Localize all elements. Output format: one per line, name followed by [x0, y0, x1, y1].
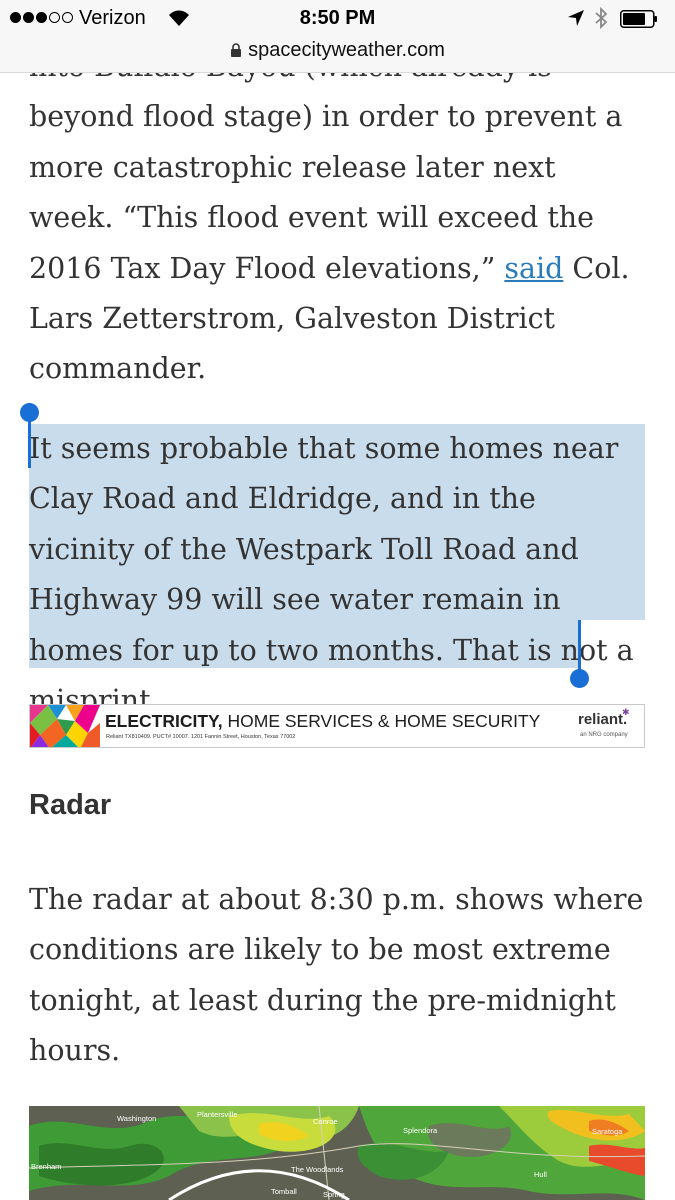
- sparkle-icon: ✱: [622, 708, 630, 718]
- battery-icon: [620, 10, 657, 28]
- radar-map-graphic: Washington Plantersville Conroe Splendor…: [29, 1106, 645, 1200]
- radar-paragraph: The radar at about 8:30 p.m. shows where…: [29, 883, 644, 1068]
- map-label-washington: Washington: [117, 1114, 156, 1123]
- bluetooth-icon: [595, 7, 608, 29]
- article-paragraph-flood: into Buffalo Bayou (which already isbeyo…: [29, 42, 649, 395]
- selection-start-caret[interactable]: [28, 420, 31, 468]
- section-heading-radar: Radar: [29, 789, 112, 821]
- map-label-tomball: Tomball: [271, 1187, 297, 1196]
- radar-map-image[interactable]: Washington Plantersville Conroe Splendor…: [29, 1106, 645, 1200]
- selected-paragraph[interactable]: It seems probable that some homes near C…: [29, 424, 646, 726]
- reliant-logo: reliant.: [578, 711, 628, 728]
- reliant-ad-banner[interactable]: ELECTRICITY, HOME SERVICES & HOME SECURI…: [29, 704, 645, 748]
- status-bar: Verizon 8:50 PM: [0, 0, 675, 38]
- selection-end-caret[interactable]: [578, 620, 581, 672]
- map-label-saratoga: Saratoga: [592, 1127, 623, 1136]
- nrg-tagline: an NRG company: [580, 732, 628, 738]
- ad-headline: ELECTRICITY, HOME SERVICES & HOME SECURI…: [105, 711, 541, 731]
- map-label-spring: Spring: [323, 1190, 345, 1199]
- said-link[interactable]: said: [504, 252, 563, 285]
- address-bar[interactable]: spacecityweather.com: [0, 36, 675, 66]
- ad-fine-print: Reliant TX810409. PUCT# 10007. 1201 Fann…: [106, 734, 296, 740]
- selection-start-handle[interactable]: [20, 403, 39, 422]
- map-label-plantersville: Plantersville: [197, 1110, 237, 1119]
- browser-chrome: Verizon 8:50 PM spacecityweather.com: [0, 0, 675, 73]
- url-text: spacecityweather.com: [248, 39, 445, 61]
- map-label-conroe: Conroe: [313, 1117, 338, 1126]
- ad-colorful-logo-icon: [30, 705, 100, 747]
- lock-icon: [231, 42, 242, 57]
- selection-end-handle[interactable]: [570, 669, 589, 688]
- map-label-hull: Hull: [534, 1170, 547, 1179]
- map-label-splendora: Splendora: [403, 1126, 438, 1135]
- location-arrow-icon: [568, 10, 584, 26]
- map-label-brenham: Brenham: [31, 1162, 61, 1171]
- map-label-the-woodlands: The Woodlands: [291, 1165, 344, 1174]
